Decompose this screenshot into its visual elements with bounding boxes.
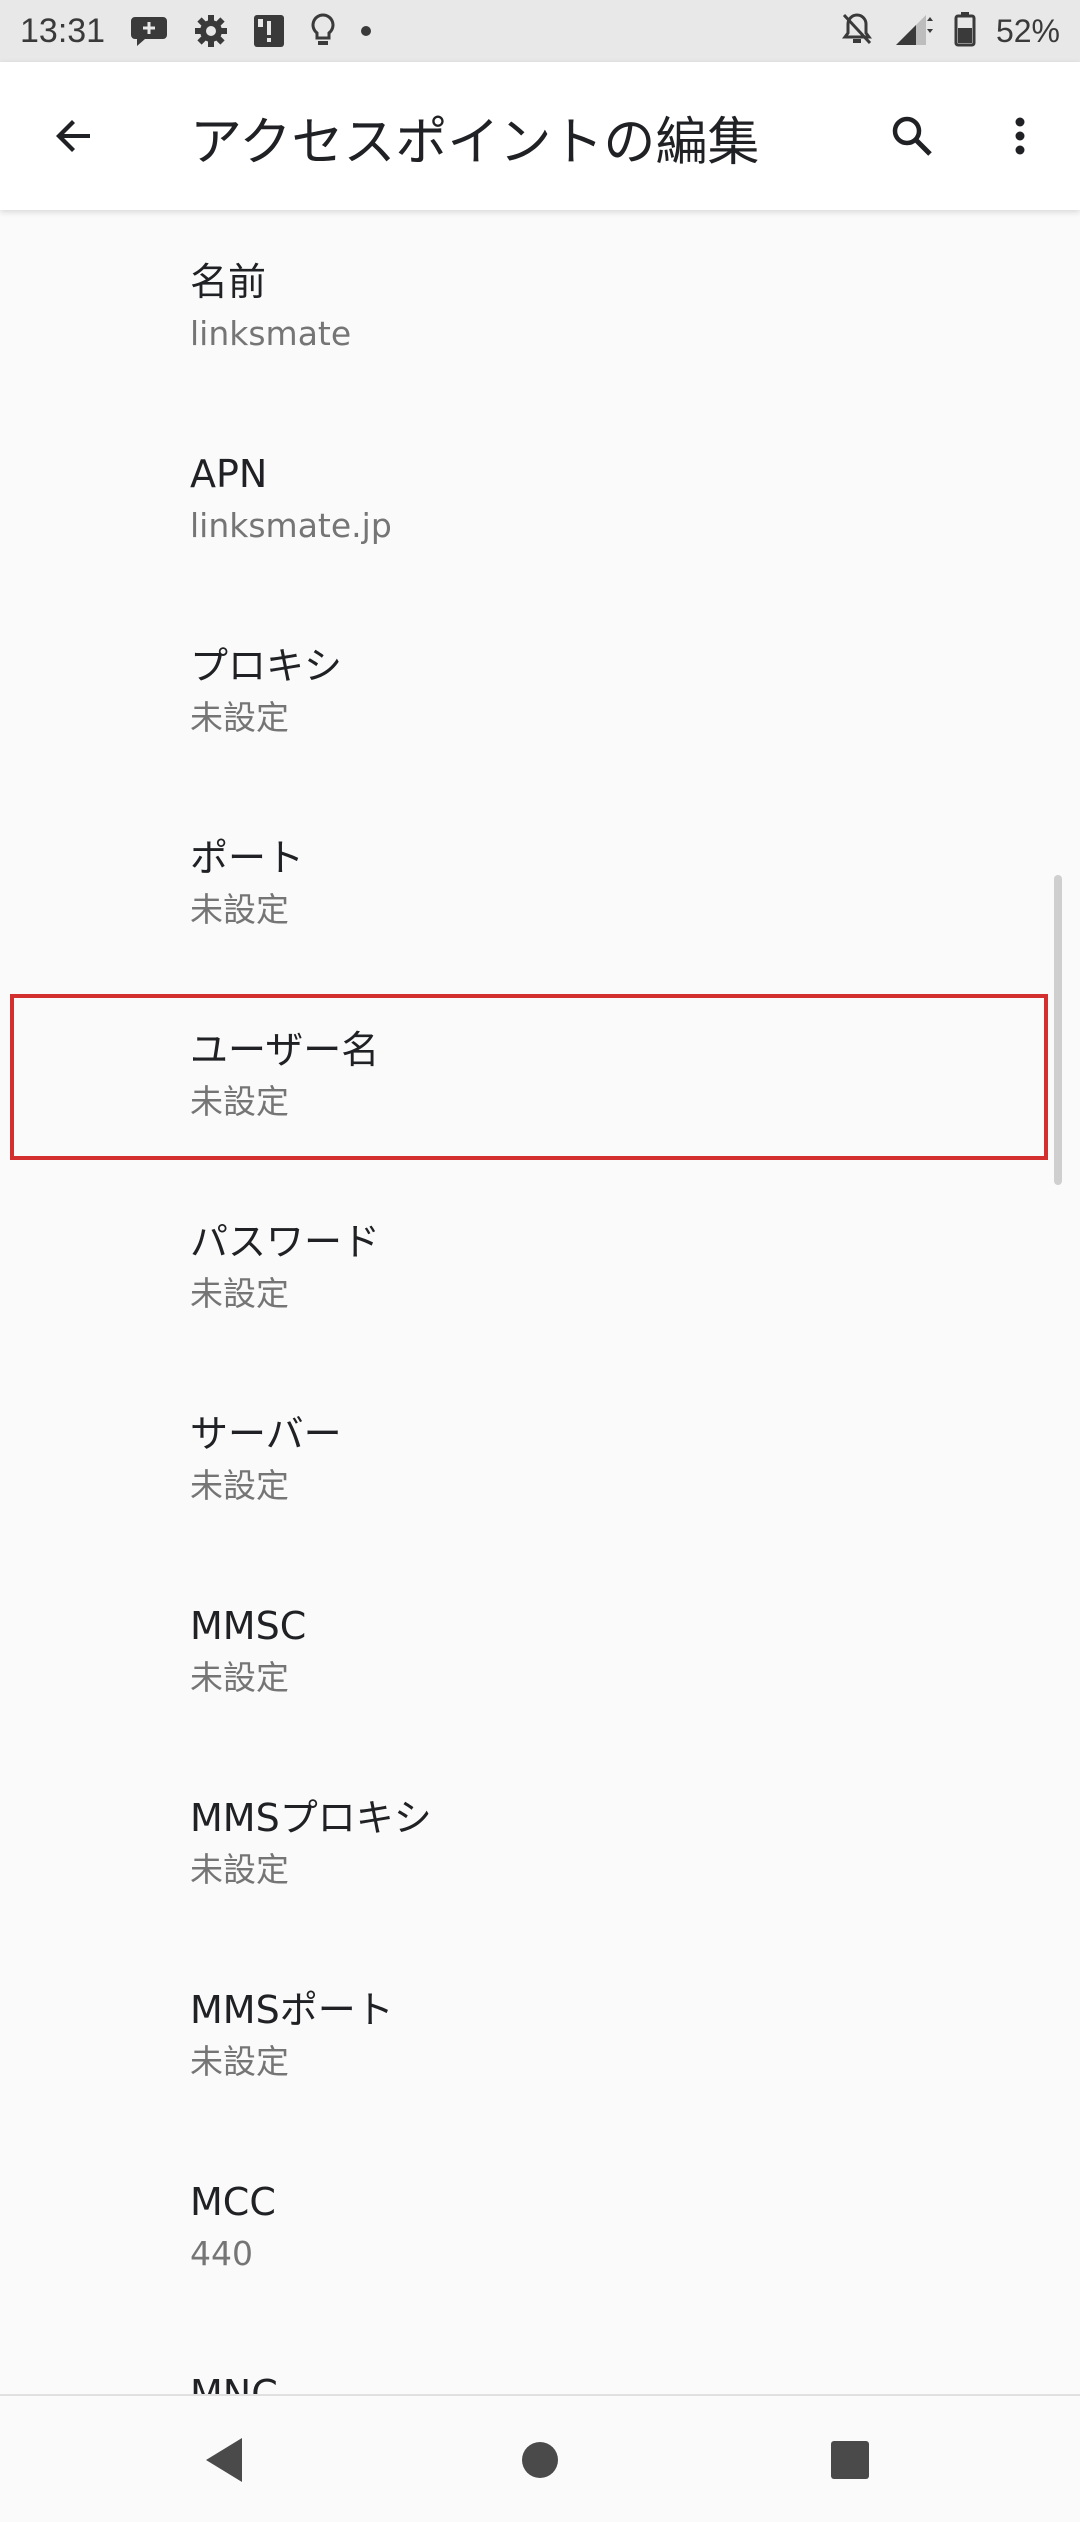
pref-item-mmsc[interactable]: MMSC 未設定: [0, 1554, 1080, 1746]
pref-title: APN: [190, 452, 268, 496]
nav-back-button[interactable]: [200, 2432, 250, 2488]
mute-bell-icon: [840, 11, 874, 51]
page-title: アクセスポイントの編集: [190, 113, 760, 173]
pref-summary: 未設定: [190, 1082, 289, 1121]
pref-summary: 未設定: [190, 1466, 289, 1505]
pref-title: MCC: [190, 2180, 276, 2224]
pref-title: ポート: [190, 836, 305, 880]
scrollbar[interactable]: [1054, 875, 1062, 1185]
pref-summary: 未設定: [190, 1850, 289, 1889]
pref-item-password[interactable]: パスワード 未設定: [0, 1170, 1080, 1362]
signal-icon: [894, 11, 934, 51]
dot-icon: [359, 24, 373, 38]
search-icon: [892, 116, 932, 156]
pref-item-server[interactable]: サーバー 未設定: [0, 1362, 1080, 1554]
pref-title: MMSプロキシ: [190, 1796, 432, 1840]
pref-summary: linksmate.jp: [190, 506, 392, 545]
system-status-icons: 52%: [840, 11, 1060, 51]
battery-icon: [954, 11, 976, 51]
pref-title: MMSポート: [190, 1988, 394, 2032]
more-vert-icon: [1015, 117, 1025, 155]
pref-summary: 未設定: [190, 698, 289, 737]
clipboard-alert-icon: [251, 12, 287, 50]
pref-item-mms-port[interactable]: MMSポート 未設定: [0, 1938, 1080, 2130]
pref-title: ユーザー名: [190, 1028, 380, 1072]
pref-title: プロキシ: [190, 644, 343, 688]
pref-summary: 未設定: [190, 1658, 289, 1697]
pref-summary: 未設定: [190, 2042, 289, 2081]
pref-summary: 未設定: [190, 890, 289, 929]
pref-item-mms-proxy[interactable]: MMSプロキシ 未設定: [0, 1746, 1080, 1938]
pref-summary: linksmate: [190, 314, 352, 353]
pref-item-apn[interactable]: APN linksmate.jp: [0, 402, 1080, 594]
pref-title: サーバー: [190, 1412, 342, 1456]
nav-home-button[interactable]: [520, 2440, 560, 2480]
status-time: 13:31: [20, 11, 106, 50]
pref-item-proxy[interactable]: プロキシ 未設定: [0, 594, 1080, 786]
pref-summary: 440: [190, 2234, 253, 2273]
notification-icons: [131, 12, 373, 50]
pref-item-port[interactable]: ポート 未設定: [0, 786, 1080, 978]
lightbulb-icon: [309, 12, 337, 50]
pref-item-name[interactable]: 名前 linksmate: [0, 210, 1080, 402]
pref-summary: 未設定: [190, 1274, 289, 1313]
nav-recents-button[interactable]: [830, 2440, 870, 2480]
pref-title: MMSC: [190, 1604, 307, 1648]
overflow-menu-button[interactable]: [990, 102, 1050, 170]
arrow-back-icon: [56, 120, 90, 152]
battery-percent: 52%: [995, 12, 1060, 49]
gear-icon: [193, 13, 229, 49]
pref-title: 名前: [190, 260, 267, 304]
chat-plus-icon: [131, 13, 171, 49]
app-bar: アクセスポイントの編集: [0, 62, 1080, 210]
pref-item-username[interactable]: ユーザー名 未設定: [0, 978, 1080, 1170]
nav-back-triangle-icon: [206, 2438, 242, 2482]
back-button[interactable]: [40, 102, 108, 170]
status-bar: 13:31 52%: [0, 0, 1080, 62]
pref-item-mcc[interactable]: MCC 440: [0, 2130, 1080, 2322]
navigation-bar: [0, 2394, 1080, 2522]
search-button[interactable]: [878, 102, 946, 170]
pref-title: パスワード: [190, 1220, 381, 1264]
nav-home-circle-icon: [522, 2442, 558, 2478]
nav-recents-square-icon: [831, 2441, 869, 2479]
apn-settings-list: 名前 linksmate APN linksmate.jp プロキシ 未設定 ポ…: [0, 210, 1080, 2514]
